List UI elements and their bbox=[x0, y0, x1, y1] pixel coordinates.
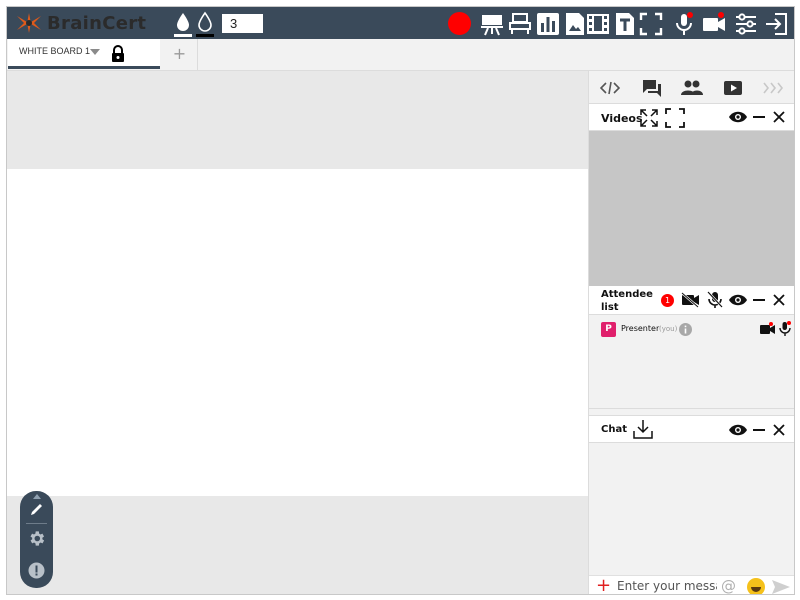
add-tab-button[interactable]: + bbox=[162, 39, 198, 70]
camera-icon[interactable] bbox=[702, 12, 726, 36]
page-number-field[interactable]: 3 bbox=[222, 14, 263, 33]
info-alert-icon[interactable] bbox=[28, 562, 45, 579]
eye-icon[interactable] bbox=[729, 111, 747, 123]
lock-icon[interactable] bbox=[110, 45, 126, 63]
eye-icon[interactable] bbox=[729, 294, 747, 306]
plus-icon[interactable]: + bbox=[596, 576, 611, 595]
chat-messages bbox=[589, 443, 794, 575]
videos-title: Videos bbox=[601, 112, 643, 125]
palette-divider bbox=[26, 523, 47, 524]
exit-icon[interactable] bbox=[765, 12, 789, 36]
close-icon[interactable] bbox=[773, 294, 785, 306]
mention-icon[interactable]: @ bbox=[721, 577, 736, 594]
poll-icon[interactable] bbox=[536, 12, 560, 36]
avatar: P bbox=[601, 322, 616, 337]
video-area bbox=[589, 131, 794, 286]
attendee-you-tag: (you) bbox=[659, 325, 678, 333]
brand-name: BrainCert bbox=[47, 12, 147, 34]
code-icon[interactable] bbox=[600, 78, 620, 98]
whiteboard-canvas[interactable] bbox=[7, 169, 588, 496]
minimize-icon[interactable] bbox=[753, 116, 765, 118]
chat-message-input[interactable]: Enter your message bbox=[617, 579, 717, 594]
attendee-name: Presenter bbox=[621, 324, 660, 333]
close-icon[interactable] bbox=[773, 111, 785, 123]
text-icon[interactable] bbox=[613, 12, 637, 36]
app-window: BrainCert 3 WHITE BOARD 1 + Videos Atten… bbox=[6, 6, 795, 595]
camera-icon[interactable] bbox=[760, 322, 775, 335]
gear-icon[interactable] bbox=[27, 529, 46, 548]
attendee-header: Attendee list 1 bbox=[589, 286, 794, 315]
presentation-icon[interactable] bbox=[480, 12, 504, 36]
minimize-icon[interactable] bbox=[753, 299, 765, 301]
whiteboard-margin-bottom bbox=[7, 496, 588, 594]
fullscreen-icon[interactable] bbox=[639, 12, 663, 36]
chat-header: Chat bbox=[589, 415, 794, 443]
microphone-icon[interactable] bbox=[779, 321, 791, 336]
chat-icon[interactable] bbox=[642, 78, 662, 98]
close-icon[interactable] bbox=[773, 424, 785, 436]
attendee-count-badge: 1 bbox=[661, 294, 674, 307]
minimize-icon[interactable] bbox=[753, 429, 765, 431]
chevron-down-icon[interactable] bbox=[90, 49, 100, 55]
logo-icon bbox=[17, 13, 41, 33]
eye-icon[interactable] bbox=[729, 424, 747, 436]
white-drop-icon[interactable] bbox=[174, 11, 192, 37]
tab-label: WHITE BOARD 1 bbox=[19, 46, 91, 56]
people-icon[interactable] bbox=[681, 78, 703, 98]
mic-off-icon[interactable] bbox=[707, 291, 723, 309]
emoji-icon[interactable] bbox=[747, 578, 765, 594]
record-icon[interactable] bbox=[448, 12, 471, 35]
whiteboard-margin-top bbox=[7, 71, 588, 169]
fullscreen-icon[interactable] bbox=[665, 108, 685, 128]
attendee-title-line2: list bbox=[601, 302, 619, 313]
youtube-icon[interactable] bbox=[723, 78, 743, 98]
videos-header: Videos bbox=[589, 104, 794, 131]
expand-icon[interactable] bbox=[640, 109, 658, 127]
chat-input-bar: + Enter your message @ bbox=[589, 575, 794, 595]
settings-sliders-icon[interactable] bbox=[734, 12, 758, 36]
image-icon[interactable] bbox=[563, 12, 587, 36]
brand-logo: BrainCert bbox=[13, 11, 146, 35]
attendee-title-line1: Attendee bbox=[601, 289, 653, 300]
video-file-icon[interactable] bbox=[586, 12, 610, 36]
top-toolbar: BrainCert 3 bbox=[7, 7, 794, 39]
classroom-icon[interactable] bbox=[508, 12, 532, 36]
download-icon[interactable] bbox=[633, 419, 653, 439]
tab-whiteboard-1[interactable]: WHITE BOARD 1 bbox=[8, 39, 160, 69]
attendee-list: P Presenter (you) bbox=[589, 315, 794, 409]
chat-title: Chat bbox=[601, 424, 627, 435]
chevron-up-icon[interactable] bbox=[33, 494, 41, 499]
pen-icon[interactable] bbox=[29, 502, 44, 517]
attendee-title: Attendee list bbox=[601, 288, 653, 314]
send-icon[interactable] bbox=[771, 579, 791, 595]
right-panel: Videos Attendee list 1 P Presenter (you)… bbox=[588, 71, 794, 595]
microphone-icon[interactable] bbox=[672, 12, 696, 36]
panel-tabs bbox=[589, 71, 794, 104]
whiteboard-tabstrip: WHITE BOARD 1 + bbox=[7, 39, 794, 71]
camera-off-icon[interactable] bbox=[681, 292, 700, 308]
info-icon[interactable] bbox=[679, 323, 692, 336]
black-drop-icon[interactable] bbox=[196, 11, 214, 37]
drawing-tool-palette bbox=[20, 491, 53, 588]
more-icon[interactable] bbox=[762, 78, 786, 98]
